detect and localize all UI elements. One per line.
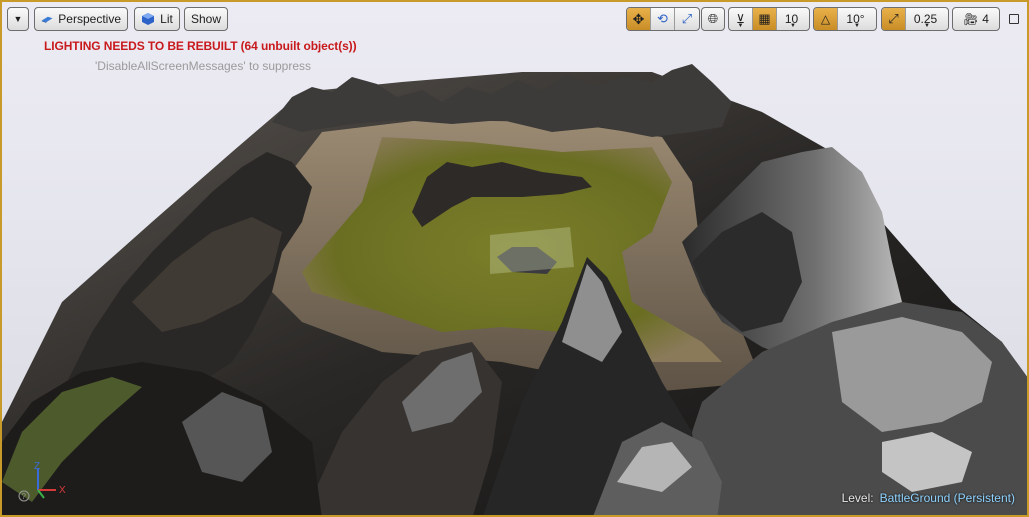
rotation-snap-group: △ 10° ▼ (813, 7, 877, 31)
scale-snap-dropdown[interactable]: 0.25 ▼ (906, 8, 948, 30)
grid-snap-toggle[interactable]: ▦ (753, 8, 777, 30)
axis-z-label: Z (34, 461, 40, 472)
scale-snap-toggle[interactable]: ⤢ (882, 8, 906, 30)
translate-mode-button[interactable]: ✥ (627, 8, 651, 30)
camera-speed-button[interactable]: 🎥︎ 4 (952, 7, 1000, 31)
selection-plane (490, 227, 574, 274)
rotation-snap-toggle[interactable]: △ (814, 8, 838, 30)
grid-size-dropdown[interactable]: 10 ▼ (777, 8, 809, 30)
landscape-scene[interactable] (2, 2, 1029, 517)
coordinate-system-button[interactable]: 🌐︎ (701, 7, 725, 31)
perspective-button[interactable]: Perspective (34, 7, 128, 31)
perspective-icon (41, 16, 53, 23)
viewport-options-button[interactable]: ▼ (7, 7, 29, 31)
scale-snap-group: ⤢ 0.25 ▼ (881, 7, 949, 31)
rotate-mode-button[interactable]: ⟲ (651, 8, 675, 30)
move-arrows-icon: ✥ (632, 10, 645, 27)
view-mode-button[interactable]: Lit (134, 7, 180, 31)
level-viewport[interactable]: ▼ Perspective Lit Show ✥ ⟲ ⤢ 🌐︎ ⊻ ▼ ▦ 10… (0, 0, 1029, 517)
rotation-snap-dropdown[interactable]: 10° ▼ (838, 8, 876, 30)
suppress-hint: 'DisableAllScreenMessages' to suppress (95, 59, 312, 73)
grid-snap-group: ⊻ ▼ ▦ 10 ▼ (728, 7, 810, 31)
level-name: BattleGround (Persistent) (879, 491, 1015, 505)
surface-snap-button[interactable]: ⊻ ▼ (729, 8, 753, 30)
maximize-viewport-button[interactable] (1007, 7, 1021, 31)
show-button[interactable]: Show (184, 7, 228, 31)
svg-text:?: ? (22, 492, 27, 501)
rotate-icon: ⟲ (657, 11, 668, 26)
grid-icon: ▦ (758, 11, 771, 26)
chevron-down-icon: ▼ (13, 14, 23, 24)
lighting-warning: LIGHTING NEEDS TO BE REBUILT (64 unbuilt… (44, 39, 357, 53)
camera-icon: 🎥︎ (963, 12, 979, 26)
scale-mode-button[interactable]: ⤢ (675, 8, 699, 30)
axis-gizmo: Z X ? (18, 461, 66, 502)
level-info: Level: BattleGround (Persistent) (842, 491, 1015, 505)
maximize-icon (1009, 14, 1019, 24)
lit-cube-icon (142, 13, 155, 25)
scale-arrow-icon: ⤢ (888, 11, 899, 26)
angle-icon: △ (820, 12, 831, 26)
level-label: Level: (841, 491, 874, 505)
globe-icon: 🌐︎ (707, 11, 719, 26)
transform-mode-group: ✥ ⟲ ⤢ (626, 7, 700, 31)
scale-icon: ⤢ (681, 11, 693, 26)
axis-x-label: X (59, 485, 66, 496)
